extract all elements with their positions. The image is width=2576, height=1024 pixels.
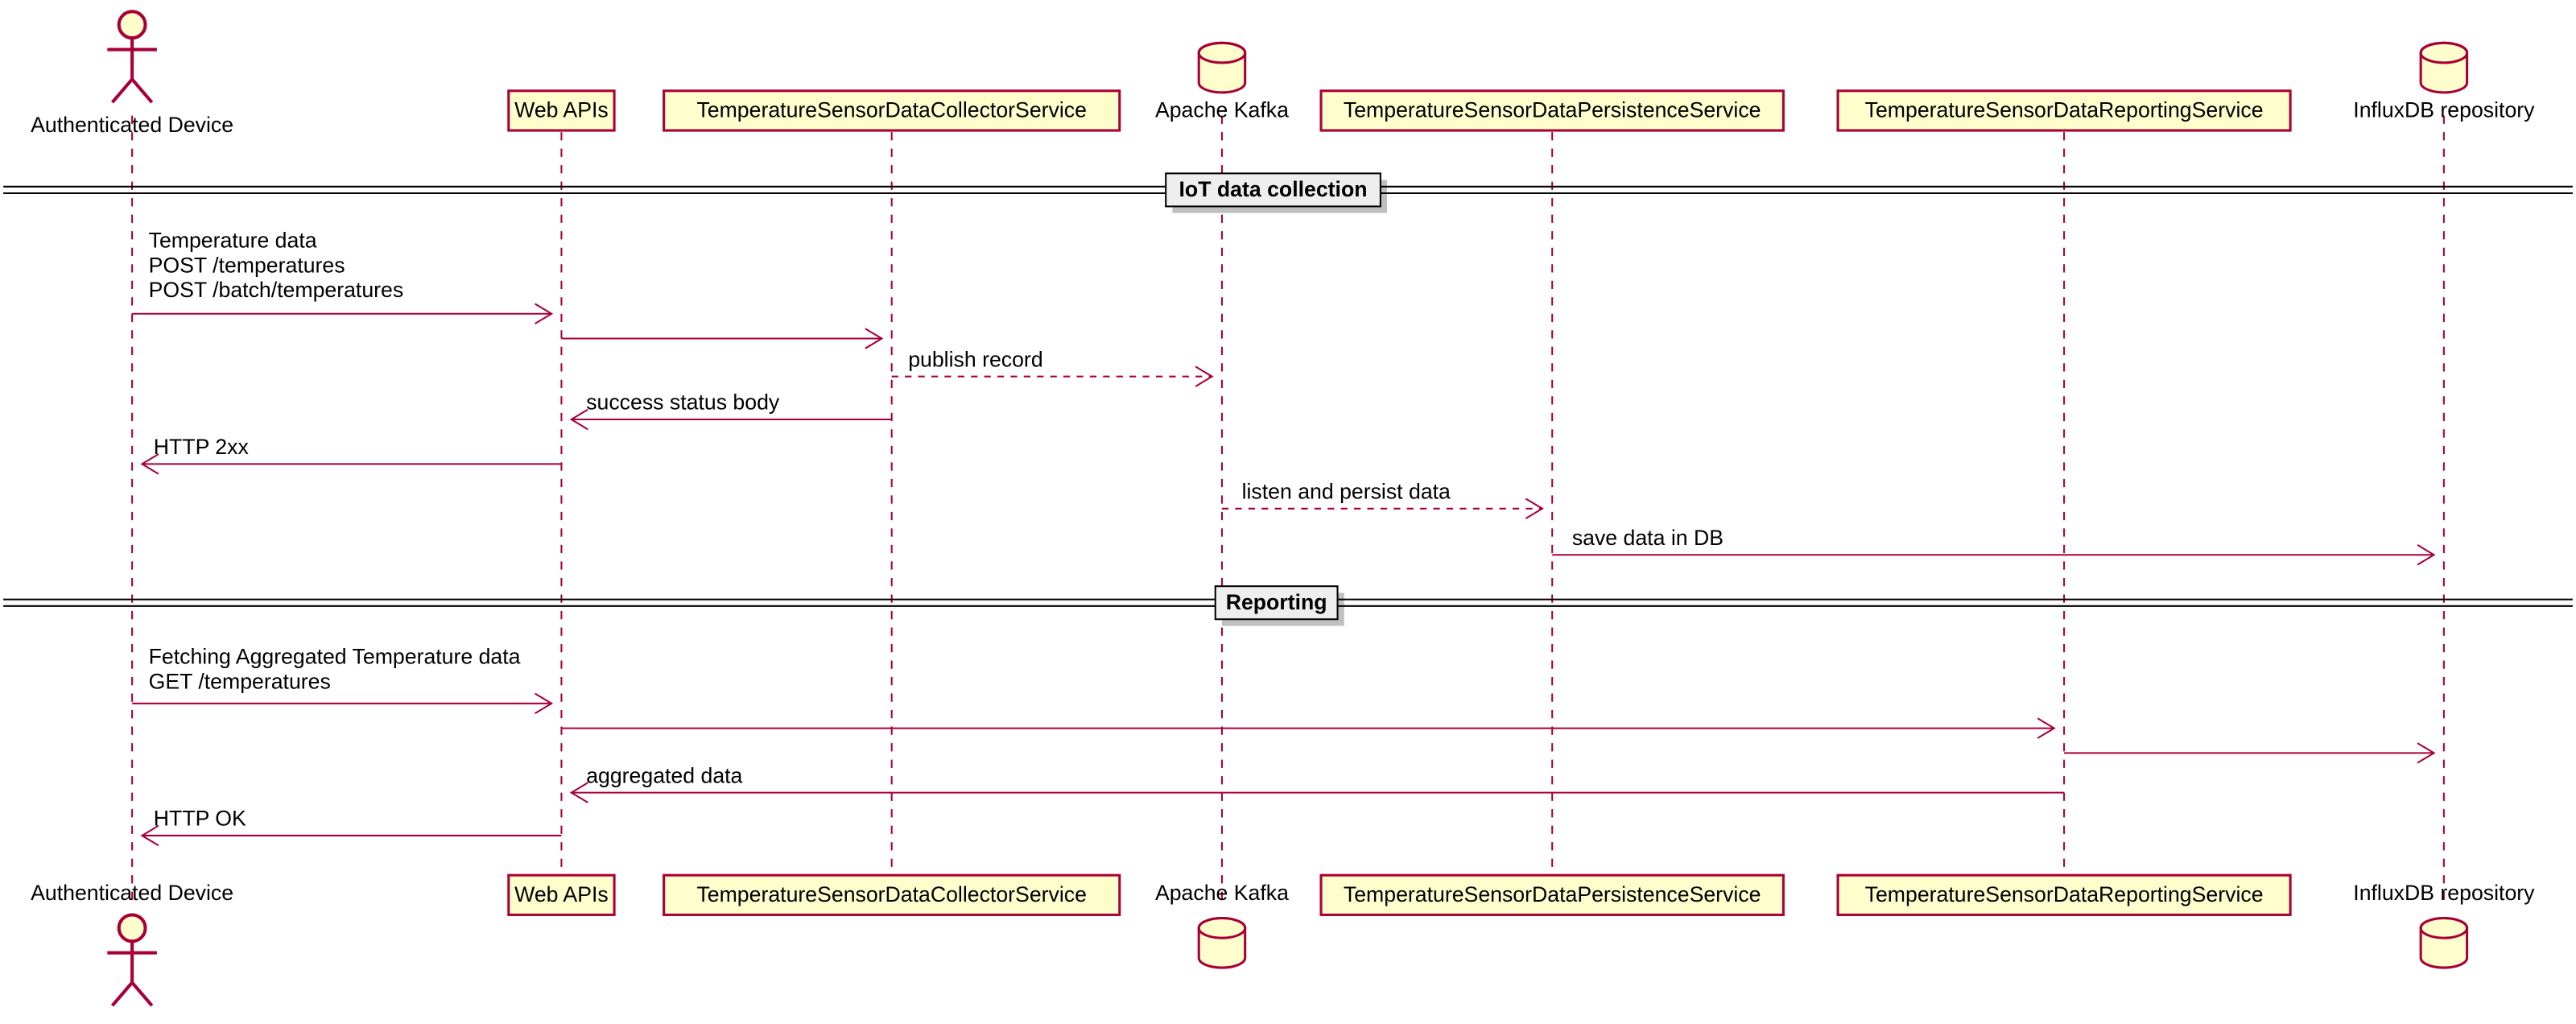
reporting-label-bottom: TemperatureSensorDataReportingService — [1865, 882, 2264, 906]
divider-reporting-label: Reporting — [1226, 590, 1327, 614]
influx-label-bottom: InfluxDB repository — [2353, 881, 2535, 905]
divider-iot-label: IoT data collection — [1179, 177, 1368, 201]
kafka-label-bottom: Apache Kafka — [1155, 881, 1289, 905]
persistence-top: TemperatureSensorDataPersistenceService — [1321, 91, 1783, 130]
msg-post-batch: POST /batch/temperatures — [149, 278, 404, 302]
actor-top: Authenticated Device — [31, 11, 233, 137]
persistence-label-top: TemperatureSensorDataPersistenceService — [1344, 98, 1761, 122]
kafka-bottom: Apache Kafka — [1155, 881, 1289, 968]
divider-iot: IoT data collection — [3, 173, 2573, 213]
reporting-top: TemperatureSensorDataReportingService — [1838, 91, 2290, 130]
msg-http-ok: HTTP OK — [154, 807, 246, 831]
kafka-top: Apache Kafka — [1155, 43, 1289, 122]
actor-label-bottom: Authenticated Device — [31, 881, 233, 905]
collector-label-top: TemperatureSensorDataCollectorService — [696, 98, 1086, 122]
msg-success-body: success status body — [586, 390, 780, 415]
msg-publish-record: publish record — [908, 347, 1042, 371]
msg-save-db: save data in DB — [1572, 526, 1724, 550]
actor-bottom: Authenticated Device — [31, 881, 233, 1005]
persistence-label-bottom: TemperatureSensorDataPersistenceService — [1344, 882, 1761, 906]
collector-label-bottom: TemperatureSensorDataCollectorService — [696, 882, 1086, 906]
msg-fetch-agg: Fetching Aggregated Temperature data — [149, 645, 521, 669]
influx-label-top: InfluxDB repository — [2353, 98, 2535, 122]
webapi-label-bottom: Web APIs — [514, 882, 609, 906]
msg-get-temps: GET /temperatures — [149, 669, 331, 693]
influx-top: InfluxDB repository — [2353, 43, 2535, 122]
sequence-diagram: Authenticated Device Web APIs Temperatur… — [0, 0, 2576, 1024]
divider-reporting: Reporting — [3, 586, 2573, 626]
msg-post-temps: POST /temperatures — [149, 253, 345, 277]
webapi-bottom: Web APIs — [509, 875, 614, 915]
msg-http-2xx: HTTP 2xx — [154, 435, 250, 459]
persistence-bottom: TemperatureSensorDataPersistenceService — [1321, 875, 1783, 915]
reporting-bottom: TemperatureSensorDataReportingService — [1838, 875, 2290, 915]
influx-bottom: InfluxDB repository — [2353, 881, 2535, 968]
msg-listen-persist: listen and persist data — [1242, 479, 1451, 503]
collector-top: TemperatureSensorDataCollectorService — [664, 91, 1120, 130]
collector-bottom: TemperatureSensorDataCollectorService — [664, 875, 1120, 915]
webapi-label-top: Web APIs — [514, 98, 609, 122]
actor-label-top: Authenticated Device — [31, 113, 233, 137]
msg-temp-data: Temperature data — [149, 229, 317, 253]
msg-agg-data: aggregated data — [586, 763, 742, 787]
kafka-label-top: Apache Kafka — [1155, 98, 1289, 122]
webapi-top: Web APIs — [509, 91, 614, 130]
reporting-label-top: TemperatureSensorDataReportingService — [1865, 98, 2264, 122]
